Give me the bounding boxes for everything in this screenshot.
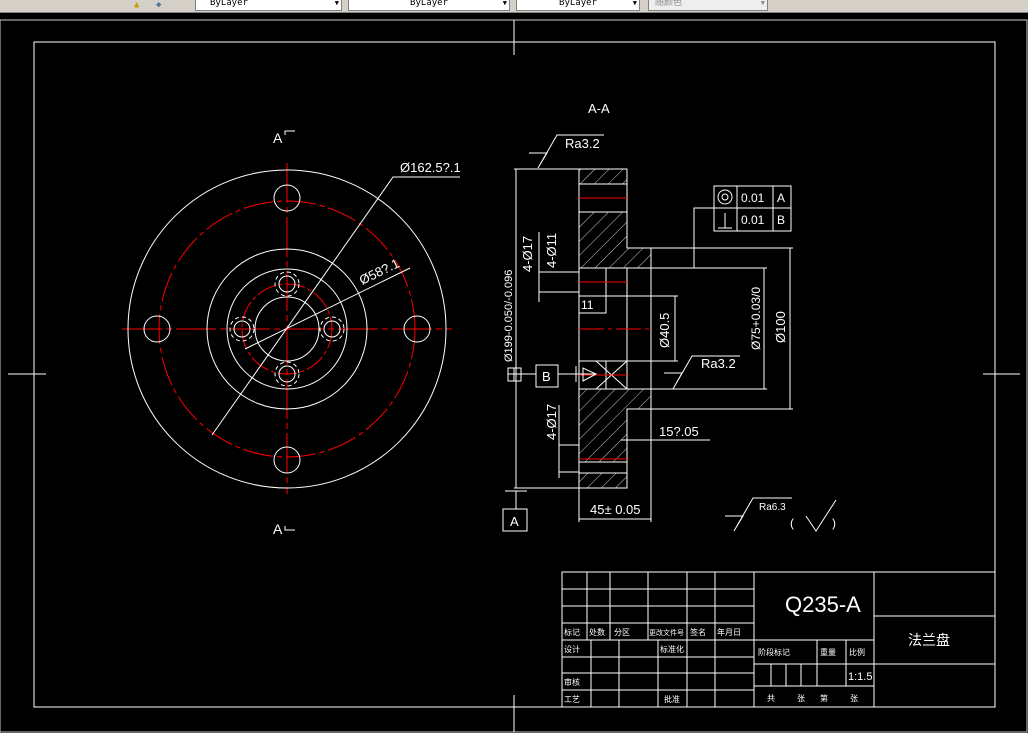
- section-label-top: A: [273, 130, 283, 146]
- d100-dim: Ø100: [773, 311, 788, 343]
- outer-diameter-dim: Ø162.5?.1: [400, 160, 461, 175]
- layer-previous-icon[interactable]: ◆: [156, 0, 161, 10]
- depth-11-dim: 11: [581, 298, 594, 312]
- datum-a-label: A: [510, 514, 519, 529]
- tolerance-value: 0.01: [741, 191, 765, 205]
- layer-state-icon[interactable]: ▲: [134, 0, 139, 10]
- roughness-top: Ra3.2: [565, 136, 600, 151]
- lineweight-dropdown[interactable]: ByLayer ▼: [348, 0, 510, 11]
- chevron-down-icon: ▼: [632, 0, 637, 7]
- properties-toolbar: ▲ ◆ ByLayer ▼ ByLayer ▼ ByLayer ▼ 随颜色 ▼: [0, 0, 1028, 13]
- section-arrow: [284, 130, 295, 135]
- plotstyle-dropdown[interactable]: ByLayer ▼: [516, 0, 640, 11]
- section-view: A-A 4-Ø17 4-Ø11 Ø199-0.050/-0.096 11 Ø40…: [502, 101, 837, 532]
- concentricity-icon: [717, 189, 733, 205]
- holes-17-bottom-dim: 4-Ø17: [544, 404, 559, 440]
- perpendicularity-icon: [718, 213, 732, 229]
- dimension-leader: [211, 176, 460, 436]
- d75-dim: Ø75+0.03/0: [749, 287, 763, 350]
- paren-close: ): [832, 516, 836, 530]
- thickness-dim: 45± 0.05: [590, 502, 641, 517]
- part-name: 法兰盘: [908, 632, 950, 648]
- datum-b-label: B: [542, 369, 551, 384]
- color-dropdown[interactable]: 随颜色 ▼: [648, 0, 768, 11]
- tolerance-datum: A: [777, 191, 785, 205]
- rev-header: 更改文件号: [649, 628, 684, 637]
- title-block: 标记 处数 分区 更改文件号 签名 年月日 设计 标准化 审核 工艺 批准 阶段…: [561, 571, 996, 708]
- chevron-down-icon: ▼: [760, 0, 765, 7]
- rev-header: 分区: [614, 628, 630, 637]
- holes-17-top-dim: 4-Ø17: [520, 236, 535, 272]
- chevron-down-icon: ▼: [334, 0, 339, 7]
- sheets-label: 共: [767, 694, 775, 703]
- section-arrow: [284, 526, 295, 531]
- datum-b-symbol: [507, 364, 598, 388]
- sheets-label: 张: [850, 694, 858, 703]
- section-label-bottom: A: [273, 521, 283, 537]
- d40-dim: Ø40.5: [657, 313, 672, 348]
- dimension-leader: [244, 267, 411, 350]
- stage-mark-label: 阶段标记: [758, 647, 790, 657]
- rev-header: 标记: [564, 627, 580, 637]
- scale-label: 比例: [849, 647, 865, 657]
- rev-header: 年月日: [717, 627, 741, 637]
- material: Q235-A: [785, 592, 861, 617]
- linetype-dropdown[interactable]: ByLayer ▼: [195, 0, 342, 11]
- drawing-canvas[interactable]: Ø162.5?.1 Ø58?.1 A A A-A 4-Ø17 4-Ø11 Ø19…: [0, 13, 1028, 733]
- design-label: 设计: [564, 644, 580, 654]
- front-view: Ø162.5?.1 Ø58?.1 A A: [122, 130, 461, 537]
- holes-11-dim: 4-Ø11: [544, 233, 559, 268]
- sheets-label: 第: [820, 693, 828, 703]
- rev-header: 处数: [589, 627, 605, 637]
- review-label: 审核: [564, 677, 580, 687]
- roughness-general: Ra6.3: [759, 502, 786, 513]
- d15-dim: 15?.05: [659, 424, 699, 439]
- d199-dim: Ø199-0.050/-0.096: [503, 270, 515, 362]
- roughness-mid: Ra3.2: [701, 356, 736, 371]
- weight-label: 重量: [820, 647, 836, 657]
- tolerance-value: 0.01: [741, 213, 765, 227]
- section-title: A-A: [588, 101, 610, 116]
- tolerance-frame: 0.01 A 0.01 B: [713, 185, 792, 232]
- process-label: 工艺: [564, 695, 580, 704]
- sheets-label: 张: [797, 694, 805, 703]
- tolerance-datum: B: [777, 213, 785, 227]
- paren-open: (: [790, 516, 794, 530]
- approve-label: 批准: [664, 694, 680, 704]
- rev-header: 签名: [690, 627, 706, 637]
- scale-value: 1:1.5: [848, 671, 872, 683]
- standard-label: 标准化: [660, 644, 684, 654]
- chevron-down-icon: ▼: [502, 0, 507, 7]
